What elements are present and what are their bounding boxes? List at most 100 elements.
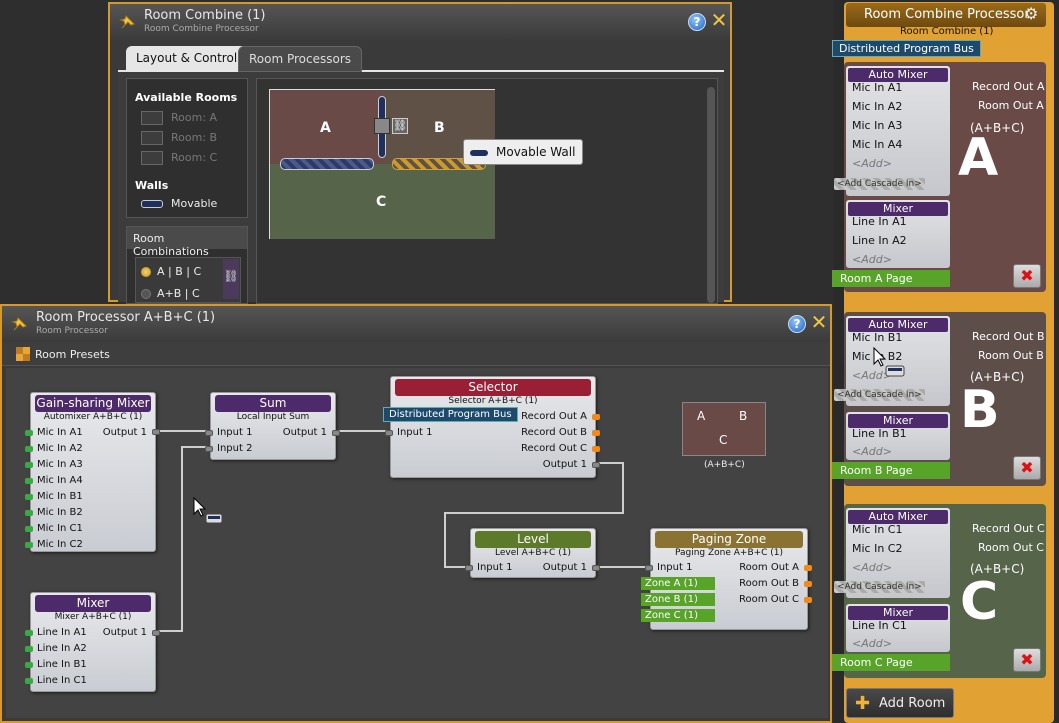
input-port[interactable]: Mic In C2 bbox=[37, 539, 83, 550]
pin-icon[interactable] bbox=[118, 12, 138, 32]
add-input[interactable]: <Add> bbox=[852, 157, 892, 170]
mic-input[interactable]: Mic In C1 bbox=[852, 523, 902, 536]
output-port[interactable]: Record Out A bbox=[521, 411, 587, 422]
input-connector[interactable] bbox=[645, 565, 653, 571]
room-page-button[interactable]: Room A Page bbox=[832, 270, 950, 287]
output-connector[interactable] bbox=[592, 446, 600, 452]
room-item-b[interactable]: Room: B bbox=[141, 131, 217, 145]
input-connector[interactable] bbox=[25, 494, 33, 500]
output-port[interactable]: Room Out A bbox=[739, 562, 799, 573]
rcp-bus-badge[interactable]: Distributed Program Bus bbox=[832, 40, 981, 57]
input-connector[interactable] bbox=[25, 662, 33, 668]
add-input[interactable]: <Add> bbox=[852, 561, 892, 574]
link-icon[interactable]: ⛓ bbox=[392, 118, 408, 134]
input-port[interactable]: Line In B1 bbox=[37, 659, 87, 670]
input-connector[interactable] bbox=[25, 542, 33, 548]
zone-badge[interactable]: Zone A (1) bbox=[641, 577, 715, 590]
level-block[interactable]: Level Level A+B+C (1) Input 1 Output 1 bbox=[465, 528, 600, 578]
input-port[interactable]: Input 1 bbox=[217, 427, 252, 438]
room-item-c[interactable]: Room: C bbox=[141, 151, 217, 165]
delete-icon[interactable]: ✖ bbox=[1013, 264, 1041, 288]
gain-sharing-mixer-block[interactable]: Gain-sharing Mixer Automixer A+B+C (1) O… bbox=[25, 392, 160, 552]
input-port[interactable]: Mic In A1 bbox=[37, 427, 83, 438]
add-cascade-in[interactable]: <Add Cascade In> bbox=[834, 178, 925, 190]
input-port[interactable]: Mic In A3 bbox=[37, 459, 83, 470]
presets-icon[interactable] bbox=[16, 347, 30, 361]
mic-input[interactable]: Mic In A1 bbox=[852, 81, 902, 94]
tab-layout-control[interactable]: Layout & Control bbox=[126, 46, 248, 72]
input-port[interactable]: Line In A2 bbox=[37, 643, 87, 654]
add-cascade-in[interactable]: <Add Cascade In> bbox=[834, 581, 925, 593]
add-input[interactable]: <Add> bbox=[852, 253, 892, 266]
scrollbar[interactable] bbox=[707, 87, 715, 303]
add-input[interactable]: <Add> bbox=[852, 637, 892, 650]
line-input[interactable]: Line In A2 bbox=[852, 234, 907, 247]
output-port[interactable]: Output 1 bbox=[283, 427, 327, 438]
input-connector[interactable] bbox=[25, 446, 33, 452]
room-presets-label[interactable]: Room Presets bbox=[35, 348, 110, 361]
output-port[interactable]: Room Out B bbox=[739, 578, 799, 589]
zone-badge[interactable]: Zone C (1) bbox=[641, 609, 715, 622]
output-port[interactable]: Output 1 bbox=[103, 627, 147, 638]
close-icon[interactable]: ✕ bbox=[810, 312, 828, 332]
input-port[interactable]: Input 1 bbox=[657, 562, 692, 573]
output-connector[interactable] bbox=[332, 430, 340, 436]
link-icon[interactable]: ⛓ bbox=[223, 259, 239, 299]
output-connector[interactable] bbox=[804, 581, 812, 587]
tab-room-processors[interactable]: Room Processors bbox=[238, 46, 363, 72]
pin-icon[interactable] bbox=[10, 314, 30, 334]
output-port[interactable]: Output 1 bbox=[543, 562, 587, 573]
input-port[interactable]: Mic In C1 bbox=[37, 523, 83, 534]
input-port[interactable]: Input 2 bbox=[217, 443, 252, 454]
room-item-a[interactable]: Room: A bbox=[141, 111, 217, 125]
output-connector[interactable] bbox=[152, 630, 160, 636]
gear-icon[interactable]: ⚙ bbox=[1024, 4, 1038, 23]
wall-item-movable[interactable]: Movable bbox=[141, 197, 217, 210]
output-port[interactable]: Room Out C bbox=[739, 594, 799, 605]
input-port[interactable]: Line In C1 bbox=[37, 675, 87, 686]
mic-input[interactable]: Mic In B1 bbox=[852, 331, 902, 344]
room-page-button[interactable]: Room B Page bbox=[832, 462, 950, 479]
line-input[interactable]: Line In B1 bbox=[852, 427, 907, 440]
mic-input[interactable]: Mic In C2 bbox=[852, 542, 902, 555]
delete-icon[interactable]: ✖ bbox=[1013, 648, 1041, 672]
input-connector[interactable] bbox=[25, 526, 33, 532]
add-input[interactable]: <Add> bbox=[852, 445, 892, 458]
input-connector[interactable] bbox=[205, 430, 213, 436]
close-icon[interactable]: ✕ bbox=[710, 10, 728, 30]
input-connector[interactable] bbox=[25, 478, 33, 484]
output-port[interactable]: Record Out C bbox=[521, 443, 587, 454]
mixer-panel[interactable]: Mixer Line In A1 Line In A2 <Add> bbox=[846, 200, 950, 268]
output-connector[interactable] bbox=[804, 565, 812, 571]
combo-radio-2[interactable] bbox=[141, 289, 151, 299]
input-connector[interactable] bbox=[205, 446, 213, 452]
window-titlebar[interactable]: Room Processor A+B+C (1) Room Processor … bbox=[2, 306, 830, 342]
input-connector[interactable] bbox=[25, 646, 33, 652]
room-page-button[interactable]: Room C Page bbox=[832, 654, 950, 671]
add-room-button[interactable]: ✚ Add Room bbox=[846, 688, 954, 718]
wall-horizontal-left[interactable] bbox=[280, 158, 374, 170]
input-connector[interactable] bbox=[25, 462, 33, 468]
record-out-label[interactable]: Record Out B bbox=[972, 330, 1045, 343]
help-icon[interactable]: ? bbox=[688, 13, 706, 31]
mic-input[interactable]: Mic In A3 bbox=[852, 119, 902, 132]
input-port[interactable]: Line In A1 bbox=[37, 627, 87, 638]
output-port[interactable]: Output 1 bbox=[543, 459, 587, 470]
sum-block[interactable]: Sum Local Input Sum Input 1 Input 2 Outp… bbox=[205, 392, 340, 460]
record-out-label[interactable]: Record Out C bbox=[972, 522, 1045, 535]
output-connector[interactable] bbox=[592, 462, 600, 468]
input-port[interactable]: Mic In B2 bbox=[37, 507, 83, 518]
delete-icon[interactable]: ✖ bbox=[1013, 456, 1041, 480]
combo-radio-1[interactable] bbox=[141, 267, 151, 277]
mixer-panel[interactable]: Mixer Line In C1 <Add> bbox=[846, 604, 950, 652]
input-port[interactable]: Mic In A4 bbox=[37, 475, 83, 486]
output-connector[interactable] bbox=[592, 565, 600, 571]
selector-block[interactable]: Selector Selector A+B+C (1) Distributed … bbox=[383, 376, 600, 478]
line-input[interactable]: Line In A1 bbox=[852, 215, 907, 228]
record-out-label[interactable]: Record Out A bbox=[972, 80, 1044, 93]
input-connector[interactable] bbox=[465, 565, 473, 571]
output-port[interactable]: Output 1 bbox=[103, 427, 147, 438]
line-input[interactable]: Line In C1 bbox=[852, 619, 907, 632]
output-port[interactable]: Record Out B bbox=[521, 427, 587, 438]
input-connector[interactable] bbox=[25, 678, 33, 684]
